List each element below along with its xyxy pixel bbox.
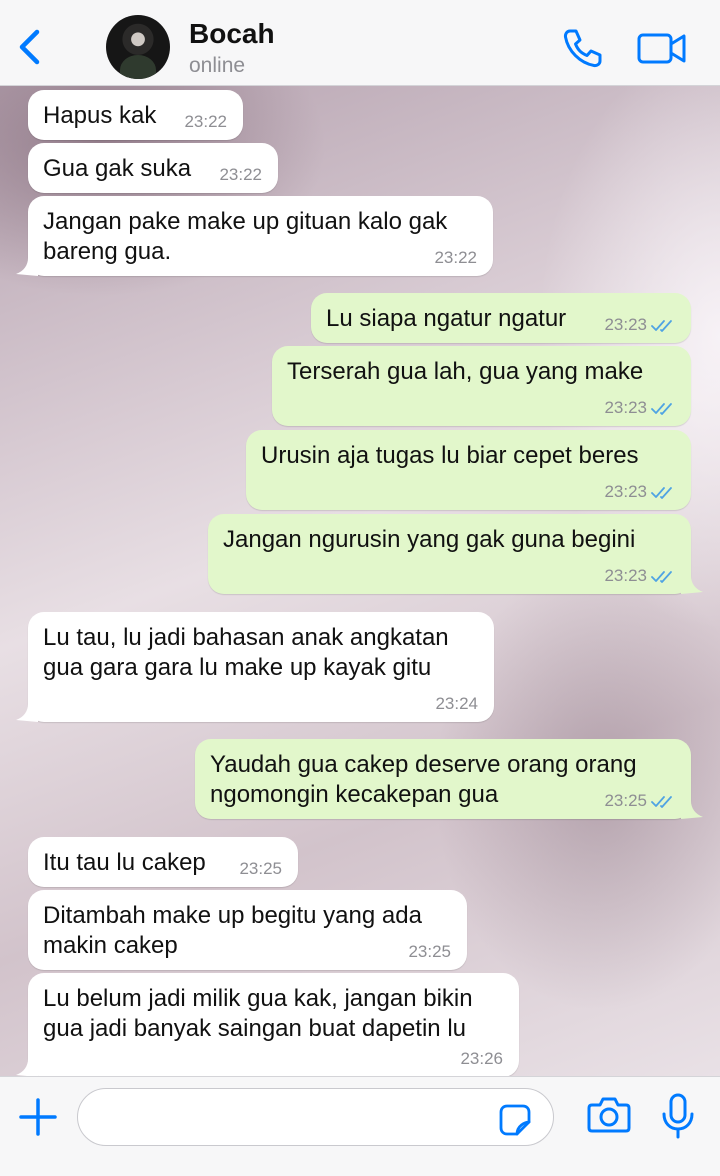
message-text: Jangan ngurusin yang gak guna begini xyxy=(223,526,636,553)
incoming-message[interactable]: Itu tau lu cakep 23:25 xyxy=(28,837,298,887)
message-meta: 23:25 xyxy=(604,791,677,811)
incoming-message[interactable]: Ditambah make up begitu yang ada makin c… xyxy=(28,890,467,970)
message-meta: 23:23 xyxy=(604,398,677,418)
message-text: Terserah gua lah, gua yang make xyxy=(287,358,644,385)
plus-icon xyxy=(19,1098,57,1136)
contact-name[interactable]: Bocah xyxy=(189,18,275,50)
outgoing-message[interactable]: Terserah gua lah, gua yang make 23:23 xyxy=(272,346,691,426)
microphone-button[interactable] xyxy=(660,1093,696,1139)
read-receipt-icon xyxy=(651,486,672,499)
bubble-tail xyxy=(16,704,38,722)
video-camera-icon xyxy=(637,33,686,64)
microphone-icon xyxy=(662,1093,694,1139)
message-text: Yaudah gua cakep deserve orang orang ngo… xyxy=(210,751,637,808)
incoming-message[interactable]: Gua gak suka 23:22 xyxy=(28,143,278,193)
incoming-message[interactable]: Jangan pake make up gituan kalo gak bare… xyxy=(16,196,493,276)
outgoing-message[interactable]: Urusin aja tugas lu biar cepet beres 23:… xyxy=(246,430,691,510)
message-text: Urusin aja tugas lu biar cepet beres xyxy=(261,442,639,469)
message-time: 23:22 xyxy=(184,112,227,131)
read-receipt-icon xyxy=(651,319,672,332)
message-time: 23:22 xyxy=(434,248,477,267)
message-time: 23:23 xyxy=(604,315,647,334)
chevron-left-icon xyxy=(19,29,40,65)
camera-icon xyxy=(587,1097,631,1133)
message-time: 23:25 xyxy=(408,942,451,961)
message-input-bar xyxy=(0,1076,720,1176)
read-receipt-icon xyxy=(651,795,672,808)
contact-status: online xyxy=(189,54,246,77)
sticker-icon xyxy=(499,1104,531,1136)
bubble-tail xyxy=(16,1059,38,1076)
read-receipt-icon xyxy=(651,402,672,415)
chat-header: Bocah online xyxy=(0,0,720,86)
message-text: Ditambah make up begitu yang ada makin c… xyxy=(43,902,422,959)
message-text: Lu belum jadi milik gua kak, jangan biki… xyxy=(43,985,473,1042)
message-time: 23:23 xyxy=(604,566,647,585)
video-call-button[interactable] xyxy=(636,28,688,68)
sticker-button[interactable] xyxy=(497,1102,533,1138)
read-receipt-icon xyxy=(651,570,672,583)
message-text: Itu tau lu cakep xyxy=(43,849,206,876)
back-button[interactable] xyxy=(10,22,50,72)
camera-button[interactable] xyxy=(586,1095,632,1135)
avatar[interactable] xyxy=(106,15,170,79)
message-time: 23:23 xyxy=(604,398,647,417)
message-meta: 23:23 xyxy=(604,482,677,502)
message-time: 23:26 xyxy=(460,1049,503,1068)
message-time: 23:25 xyxy=(604,791,647,810)
outgoing-message[interactable]: Yaudah gua cakep deserve orang orang ngo… xyxy=(195,739,703,819)
call-button[interactable] xyxy=(560,26,604,70)
incoming-message[interactable]: Lu belum jadi milik gua kak, jangan biki… xyxy=(16,973,519,1076)
message-text: Jangan pake make up gituan kalo gak bare… xyxy=(43,208,448,265)
bubble-tail xyxy=(16,258,38,276)
message-meta: 23:23 xyxy=(604,315,677,335)
message-text: Lu tau, lu jadi bahasan anak angkatan gu… xyxy=(43,624,449,681)
message-text: Hapus kak xyxy=(43,102,157,129)
message-time: 23:25 xyxy=(239,859,282,878)
message-text: Lu siapa ngatur ngatur xyxy=(326,305,567,332)
bubble-tail xyxy=(681,801,703,819)
incoming-message[interactable]: Lu tau, lu jadi bahasan anak angkatan gu… xyxy=(16,612,494,722)
outgoing-message[interactable]: Jangan ngurusin yang gak guna begini 23:… xyxy=(208,514,703,594)
message-text: Gua gak suka xyxy=(43,155,192,182)
outgoing-message[interactable]: Lu siapa ngatur ngatur 23:23 xyxy=(311,293,691,343)
message-list[interactable]: Hapus kak 23:22 Gua gak suka 23:22 Janga… xyxy=(0,86,720,1076)
phone-icon xyxy=(563,29,602,68)
incoming-message[interactable]: Hapus kak 23:22 xyxy=(28,90,243,140)
attach-button[interactable] xyxy=(18,1097,58,1137)
message-meta: 23:23 xyxy=(604,566,677,586)
message-time: 23:23 xyxy=(604,482,647,501)
message-time: 23:24 xyxy=(435,694,478,713)
message-time: 23:22 xyxy=(219,165,262,184)
message-input[interactable] xyxy=(77,1088,554,1146)
bubble-tail xyxy=(681,576,703,594)
